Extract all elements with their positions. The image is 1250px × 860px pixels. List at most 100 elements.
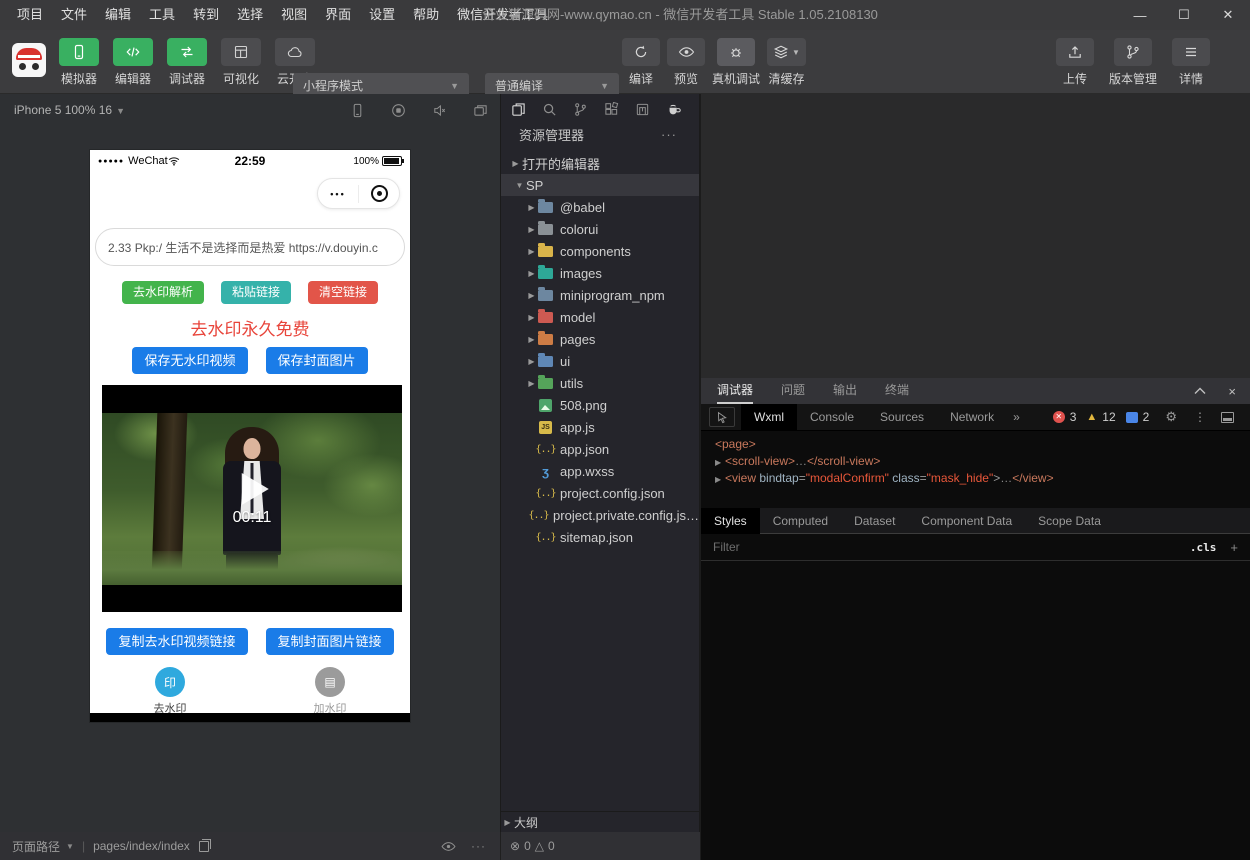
mute-sound-icon[interactable] [432, 103, 447, 118]
outline-section[interactable]: ▶大纲 [501, 811, 699, 832]
filter-input[interactable]: Filter [713, 540, 740, 554]
tea-icon[interactable] [666, 102, 682, 117]
status-bar-problems[interactable]: ⊗ 0 △ 0 [500, 832, 700, 860]
rotate-device-icon[interactable] [350, 103, 365, 118]
tree-item-sitemap.json[interactable]: {..}sitemap.json [501, 526, 699, 548]
tree-item-miniprogram_npm[interactable]: ▶miniprogram_npm [501, 284, 699, 306]
styles-tab-styles[interactable]: Styles [701, 508, 760, 534]
tree-item-components[interactable]: ▶components [501, 240, 699, 262]
devtools-tab-network[interactable]: Network [937, 404, 1007, 431]
settings-gear-icon[interactable]: ⚙ [1165, 409, 1177, 425]
tab-overflow-chevron[interactable]: » [1007, 410, 1026, 424]
panel-tab-2[interactable]: 输出 [833, 381, 857, 404]
save-button-1[interactable]: 保存封面图片 [266, 347, 368, 374]
upload-action-button[interactable]: 上传 [1056, 38, 1094, 87]
parse-button-1[interactable]: 粘贴链接 [221, 281, 291, 304]
search-icon[interactable] [542, 102, 557, 117]
tree-item-app.wxss[interactable]: ʒapp.wxss [501, 460, 699, 482]
play-button[interactable] [242, 473, 269, 505]
exit-miniprogram-button[interactable] [359, 185, 399, 202]
panel-tab-1[interactable]: 问题 [781, 381, 805, 404]
toggle-phone-button[interactable]: 模拟器 [56, 38, 102, 87]
menu-item-2[interactable]: 编辑 [96, 0, 140, 30]
tree-item-model[interactable]: ▶model [501, 306, 699, 328]
close-button[interactable]: ✕ [1206, 0, 1250, 30]
warning-badge-icon[interactable]: ▲ [1086, 411, 1097, 423]
maximize-button[interactable]: ☐ [1162, 0, 1206, 30]
device-select[interactable]: iPhone 5 100% 16▼ [14, 94, 125, 127]
menu-item-0[interactable]: 项目 [8, 0, 52, 30]
tree-item-app.js[interactable]: JSapp.js [501, 416, 699, 438]
multi-window-icon[interactable] [473, 103, 488, 118]
menu-item-6[interactable]: 视图 [272, 0, 316, 30]
expand-arrow-icon[interactable]: ▶ [715, 471, 725, 488]
menu-item-5[interactable]: 选择 [228, 0, 272, 30]
copy-button-1[interactable]: 复制封面图片链接 [266, 628, 394, 655]
styles-tab-scope-data[interactable]: Scope Data [1025, 508, 1114, 534]
preview-eye-icon[interactable] [441, 841, 456, 852]
styles-tab-component-data[interactable]: Component Data [908, 508, 1025, 534]
phone-tab-0[interactable]: 印去水印 [90, 667, 250, 716]
wxml-node-2[interactable]: ▶<view bindtap="modalConfirm" class="mas… [701, 470, 1250, 487]
source-control-icon[interactable] [573, 102, 588, 117]
tree-item-project.private.config.js[interactable]: {..}project.private.config.js… [501, 504, 699, 526]
status-more-icon[interactable]: ··· [471, 839, 486, 853]
menu-item-1[interactable]: 文件 [52, 0, 96, 30]
error-badge-icon[interactable]: ✕ [1053, 411, 1065, 423]
menu-item-7[interactable]: 界面 [316, 0, 360, 30]
tree-item-SP[interactable]: ▼SP [501, 174, 699, 196]
toggle-class-button[interactable]: .cls [1190, 541, 1217, 554]
tree-item-colorui[interactable]: ▶colorui [501, 218, 699, 240]
tree-item-app.json[interactable]: {..}app.json [501, 438, 699, 460]
panel-tab-3[interactable]: 终端 [885, 381, 909, 404]
parse-button-0[interactable]: 去水印解析 [122, 281, 204, 304]
toggle-code-button[interactable]: 编辑器 [110, 38, 156, 87]
devtools-tab-console[interactable]: Console [797, 404, 867, 431]
list-action-button[interactable]: 详情 [1172, 38, 1210, 87]
wxml-node-0[interactable]: <page> [701, 436, 1250, 453]
info-badge-icon[interactable] [1126, 412, 1138, 423]
menu-item-4[interactable]: 转到 [184, 0, 228, 30]
tree-item-508.png[interactable]: 508.png [501, 394, 699, 416]
save-button-0[interactable]: 保存无水印视频 [132, 347, 247, 374]
dock-side-icon[interactable] [1221, 412, 1234, 423]
devtools-tab-sources[interactable]: Sources [867, 404, 937, 431]
eye-action-button[interactable]: 预览 [667, 38, 705, 87]
styles-tab-computed[interactable]: Computed [760, 508, 841, 534]
extensions-icon[interactable] [604, 102, 619, 117]
more-options-icon[interactable]: ⋮ [1194, 410, 1206, 424]
app-logo-icon[interactable] [12, 43, 46, 77]
more-menu-button[interactable]: ••• [318, 189, 358, 199]
menu-item-9[interactable]: 帮助 [404, 0, 448, 30]
page-path-label[interactable]: 页面路径 [12, 838, 60, 855]
npm-panel-icon[interactable] [635, 102, 650, 117]
tree-item-images[interactable]: ▶images [501, 262, 699, 284]
explorer-more-button[interactable]: ··· [661, 127, 677, 142]
tree-item-@babel[interactable]: ▶@babel [501, 196, 699, 218]
branch-action-button[interactable]: 版本管理 [1109, 38, 1157, 87]
collapse-panel-icon[interactable] [1194, 387, 1206, 395]
files-icon[interactable] [511, 102, 526, 117]
menu-item-8[interactable]: 设置 [360, 0, 404, 30]
styles-tab-dataset[interactable]: Dataset [841, 508, 908, 534]
menu-item-3[interactable]: 工具 [140, 0, 184, 30]
toggle-layout-button[interactable]: 可视化 [218, 38, 264, 87]
screen-record-icon[interactable] [391, 103, 406, 118]
parse-button-2[interactable]: 清空链接 [308, 281, 378, 304]
wxml-node-1[interactable]: ▶<scroll-view>…</scroll-view> [701, 453, 1250, 470]
refresh-action-button[interactable]: 编译 [622, 38, 660, 87]
layers-action-button[interactable]: ▼清缓存 [767, 38, 806, 87]
devtools-tab-wxml[interactable]: Wxml [741, 404, 797, 431]
phone-tab-1[interactable]: ▤加水印 [250, 667, 410, 716]
bug-action-button[interactable]: 真机调试 [712, 38, 760, 87]
tree-item-utils[interactable]: ▶utils [501, 372, 699, 394]
tree-item-project.config.json[interactable]: {..}project.config.json [501, 482, 699, 504]
panel-tab-0[interactable]: 调试器 [717, 381, 753, 404]
expand-arrow-icon[interactable]: ▶ [715, 454, 725, 471]
inspect-element-icon[interactable] [709, 407, 735, 427]
minimize-button[interactable]: — [1118, 0, 1162, 30]
video-player[interactable]: 00:11 [102, 385, 402, 612]
tree-item-pages[interactable]: ▶pages [501, 328, 699, 350]
link-input[interactable]: 2.33 Pkp:/ 生活不是选择而是热爱 https://v.douyin.c [95, 228, 405, 266]
toggle-swap-button[interactable]: 调试器 [164, 38, 210, 87]
